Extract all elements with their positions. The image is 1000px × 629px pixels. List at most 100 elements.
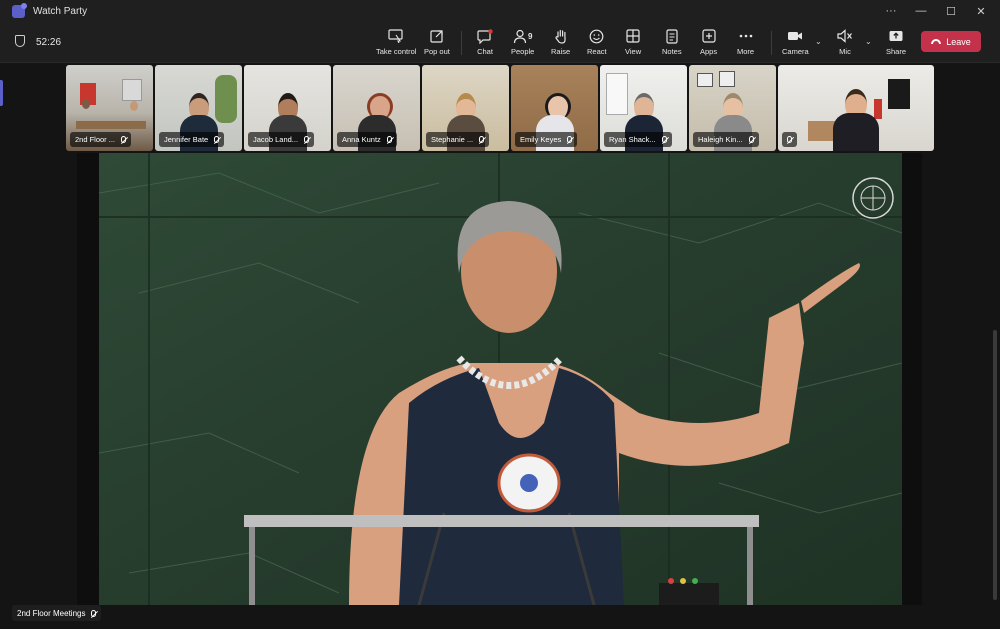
camera-icon [787,28,803,44]
mic-label: Mic [839,47,851,56]
pop-out-button[interactable]: Pop out [424,28,450,60]
apps-button[interactable]: Apps [700,28,717,60]
minimize-icon: — [915,5,927,17]
apps-label: Apps [700,47,718,56]
phone-hangup-icon [931,39,942,44]
wall-frame [719,71,735,87]
participant-name: Anna Kuntz [342,135,381,144]
participant-name: Emily Keyes [520,135,562,144]
participant-name-tag: Anna Kuntz [337,132,397,147]
mic-off-icon [567,136,573,143]
participant-name-tag: 2nd Floor ... [70,132,132,147]
mic-off-icon [787,136,792,143]
more-dots-icon [739,28,753,44]
mic-off-icon [386,136,392,143]
minimize-button[interactable]: — [906,0,936,22]
speaker-muted-icon [837,28,853,44]
notes-label: Notes [662,47,682,56]
participant-name-tag: Haleigh Kin... [693,132,759,147]
mic-off-icon [91,609,97,617]
hand-icon [554,28,568,44]
pop-out-label: Pop out [424,47,450,56]
participant-video [833,89,879,151]
participant-tile[interactable]: Stephanie ... [422,65,509,151]
shared-video[interactable] [99,153,902,605]
participant-tile[interactable]: Emily Keyes [511,65,598,151]
meeting-timer: 52:26 [36,37,62,48]
view-button[interactable]: View [625,28,641,60]
participant-tile[interactable]: Jacob Land... [244,65,331,151]
window-title: Watch Party [33,5,88,17]
mic-off-icon [304,136,310,143]
participant-name: Haleigh Kin... [698,135,743,144]
camera-options-chevron-down-icon[interactable]: ⌄ [815,37,822,46]
participant-tile[interactable]: Anna Kuntz [333,65,420,151]
mic-off-icon [214,136,220,143]
participant-name-tag: Jennifer Bate [159,132,225,147]
participant-name-tag [782,132,797,147]
more-button[interactable]: More [737,28,754,60]
share-screen-icon [888,28,904,44]
smiley-icon [589,28,604,44]
shield-icon [15,35,25,47]
participant-name-tag: Jacob Land... [248,132,315,147]
wall-board [122,79,142,101]
mic-button[interactable]: Mic [837,28,853,60]
chat-button[interactable]: Chat [477,28,493,60]
maximize-button[interactable]: ☐ [936,0,966,22]
react-button[interactable]: React [587,28,607,60]
more-icon: ··· [885,5,897,17]
mic-off-icon [748,136,754,143]
participant-name: Jacob Land... [253,135,299,144]
grid-view-icon [626,28,640,44]
participant-name-tag: Ryan Shack... [604,132,672,147]
toolbar-divider [461,31,462,55]
window-more-button[interactable]: ··· [876,0,906,22]
people-count: 9 [527,31,533,41]
stage-source-name: 2nd Floor Meetings [17,608,86,618]
maximize-icon: ☐ [946,5,956,18]
participant-name: 2nd Floor ... [75,135,116,144]
conference-table [76,121,146,129]
teams-logo-icon [12,2,27,18]
stage-source-name-tag: 2nd Floor Meetings [12,605,102,621]
participant-tile[interactable]: 2nd Floor ... [66,65,153,151]
chat-icon [477,28,493,44]
share-button[interactable]: Share [886,28,906,60]
view-label: View [625,47,642,56]
people-icon: 9 [513,28,532,44]
participant-name: Stephanie ... [431,135,474,144]
people-button[interactable]: 9 People [511,28,534,60]
plant [215,75,237,123]
participant-tile[interactable]: Ryan Shack... [600,65,687,151]
react-label: React [587,47,607,56]
participant-name: Ryan Shack... [609,135,656,144]
take-control-button[interactable]: Take control [376,28,416,60]
chat-label: Chat [477,47,493,56]
mic-off-icon [661,136,667,143]
take-control-label: Take control [376,47,417,56]
meeting-toolbar: 52:26 Take control Pop out Chat 9 People… [0,22,1000,63]
raise-hand-button[interactable]: Raise [551,28,570,60]
raise-label: Raise [551,47,571,56]
close-icon: ✕ [976,5,986,18]
participant-name-tag: Stephanie ... [426,132,490,147]
participant-name: Jennifer Bate [164,135,209,144]
notes-button[interactable]: Notes [662,28,682,60]
notes-icon [666,28,678,44]
camera-button[interactable]: Camera [782,28,809,60]
active-app-indicator [0,80,3,106]
more-label: More [737,47,755,56]
toolbar-divider [771,31,772,55]
participant-tile[interactable]: Jennifer Bate [155,65,242,151]
participant-tile[interactable] [778,65,934,151]
share-label: Share [886,47,907,56]
apps-icon [701,28,716,44]
participant-tile[interactable]: Haleigh Kin... [689,65,776,151]
mic-options-chevron-down-icon[interactable]: ⌄ [865,37,872,46]
participant-name-tag: Emily Keyes [515,132,578,147]
close-button[interactable]: ✕ [966,0,996,22]
leave-button[interactable]: Leave [921,31,981,52]
wall-frame [697,73,713,87]
vertical-scrollbar[interactable] [993,330,997,600]
